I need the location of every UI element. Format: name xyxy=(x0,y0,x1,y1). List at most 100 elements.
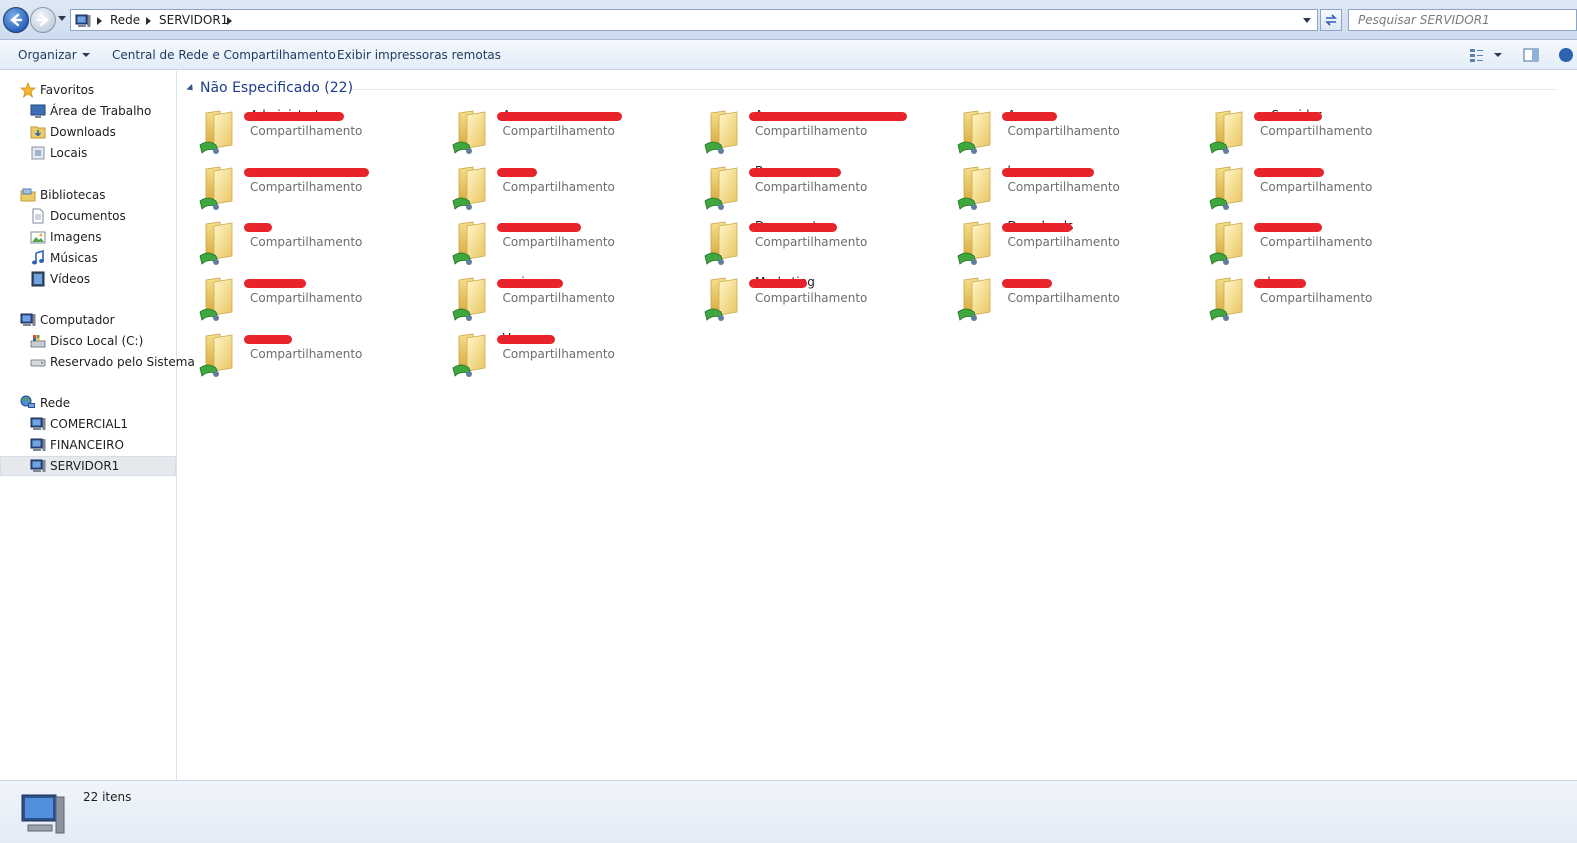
address-bar[interactable]: Rede SERVIDOR1 xyxy=(70,9,1318,31)
share-item[interactable]: A...Compartilhamento xyxy=(691,104,941,156)
sidebar-item-system-reserved[interactable]: Reservado pelo Sistema xyxy=(0,352,195,372)
breadcrumb-separator[interactable] xyxy=(227,17,232,25)
breadcrumb-separator[interactable] xyxy=(97,17,102,25)
share-item[interactable]: B...Compartilhamento xyxy=(691,160,941,212)
redaction-mark xyxy=(1001,279,1052,289)
sidebar-item-label: Documentos xyxy=(50,209,126,223)
sidebar-computer[interactable]: Computador xyxy=(0,310,176,330)
arrow-left-icon xyxy=(10,13,23,27)
sidebar-item-label: Área de Trabalho xyxy=(50,104,152,118)
shared-folder-icon xyxy=(198,329,246,379)
share-item[interactable]: ...Compartilhamento xyxy=(186,215,436,267)
organize-button[interactable]: Organizar xyxy=(18,48,90,62)
share-item[interactable]: Administrat...Compartilhamento xyxy=(186,104,436,156)
share-item[interactable]: ...eiroCompartilhamento xyxy=(439,271,689,323)
sidebar-group-label: Rede xyxy=(40,396,71,410)
share-item[interactable]: ...erCompartilhamento xyxy=(1196,160,1446,212)
share-item[interactable]: ...uCompartilhamento xyxy=(439,160,689,212)
shared-folder-icon xyxy=(198,162,246,212)
help-icon[interactable] xyxy=(1557,46,1575,64)
share-type: Compartilhamento xyxy=(502,124,615,138)
sidebar-group-label: Bibliotecas xyxy=(40,188,106,202)
sidebar-item-music[interactable]: Músicas xyxy=(0,248,176,268)
redaction-mark xyxy=(244,167,369,177)
share-item[interactable]: A...Compartilhamento xyxy=(439,104,689,156)
recent-pages-dropdown[interactable] xyxy=(58,16,66,21)
search-input[interactable]: Pesquisar SERVIDOR1 xyxy=(1358,13,1490,27)
search-box[interactable]: Pesquisar SERVIDOR1 xyxy=(1348,9,1577,31)
shared-folder-icon xyxy=(451,162,499,212)
share-item[interactable]: ...Compartilhamento xyxy=(944,271,1194,323)
share-item[interactable]: ...ServidorCompartilhamento xyxy=(1196,104,1446,156)
libraries-icon xyxy=(20,188,36,202)
remote-printers-button[interactable]: Exibir impressoras remotas xyxy=(337,48,501,62)
share-item[interactable]: ...Compartilhamento xyxy=(439,215,689,267)
drive-icon xyxy=(30,359,46,367)
breadcrumb-separator[interactable] xyxy=(146,17,151,25)
collapse-triangle-icon[interactable] xyxy=(186,83,196,94)
sidebar-item-pictures[interactable]: Imagens xyxy=(0,227,176,247)
share-type: Compartilhamento xyxy=(502,346,615,361)
share-item[interactable]: ...sCompartilhamento xyxy=(186,160,436,212)
share-item[interactable]: A...Compartilhamento xyxy=(944,104,1194,156)
sidebar-item-comercial1[interactable]: COMERCIAL1 xyxy=(0,414,176,434)
shared-folder-icon xyxy=(198,273,246,323)
preview-pane-button[interactable] xyxy=(1522,46,1540,64)
sidebar-network[interactable]: Rede xyxy=(0,393,176,413)
sidebar-item-label: Disco Local (C:) xyxy=(50,334,144,348)
sidebar-item-label: COMERCIAL1 xyxy=(50,417,128,431)
share-item[interactable]: DownloadsCompartilhamento xyxy=(944,215,1194,267)
group-title: Não Especificado (22) xyxy=(200,80,354,96)
refresh-button[interactable] xyxy=(1320,9,1342,31)
sidebar-item-servidor1[interactable]: SERVIDOR1 xyxy=(0,456,176,476)
sidebar-item-financeiro[interactable]: FINANCEIRO xyxy=(0,435,176,455)
sidebar-item-documents[interactable]: Documentos xyxy=(0,206,176,226)
share-type: Compartilhamento xyxy=(755,179,868,194)
network-center-button[interactable]: Central de Rede e Compartilhamento xyxy=(112,48,336,62)
redaction-mark xyxy=(496,223,581,233)
sidebar-item-downloads[interactable]: Downloads xyxy=(0,122,176,142)
shared-folder-icon xyxy=(451,217,499,267)
sidebar-item-videos[interactable]: Vídeos xyxy=(0,269,176,289)
share-item[interactable]: b...Compartilhamento xyxy=(944,160,1194,212)
address-history-dropdown[interactable] xyxy=(1303,18,1311,23)
sidebar-favorites[interactable]: Favoritos xyxy=(0,80,176,100)
share-item[interactable]: ...Compartilhamento xyxy=(1196,215,1446,267)
share-item[interactable]: ol...Compartilhamento xyxy=(1196,271,1446,323)
breadcrumb-rede[interactable]: Rede xyxy=(110,13,140,27)
pictures-icon xyxy=(30,231,46,244)
sidebar-item-recent-places[interactable]: Locais xyxy=(0,143,176,163)
breadcrumb-servidor1[interactable]: SERVIDOR1 xyxy=(159,13,228,27)
share-type: Compartilhamento xyxy=(1260,235,1373,250)
back-button[interactable] xyxy=(3,7,29,33)
sidebar-item-desktop[interactable]: Área de Trabalho xyxy=(0,101,176,121)
share-type: Compartilhamento xyxy=(1007,124,1120,138)
shared-folder-icon xyxy=(703,273,751,323)
redaction-mark xyxy=(1001,167,1094,177)
network-computer-icon xyxy=(30,437,46,453)
change-view-button[interactable] xyxy=(1468,46,1504,64)
network-icon xyxy=(20,395,35,408)
sidebar-libraries[interactable]: Bibliotecas xyxy=(0,185,176,205)
shared-folder-icon xyxy=(198,106,246,156)
share-type: Compartilhamento xyxy=(250,291,363,306)
redaction-mark xyxy=(749,112,907,121)
item-count: 22 itens xyxy=(83,790,132,804)
share-item[interactable]: MarketingCompartilhamento xyxy=(691,271,941,323)
shared-folder-icon xyxy=(956,273,1004,323)
sidebar-item-label: Músicas xyxy=(50,251,98,265)
share-item[interactable]: V...Compartilhamento xyxy=(439,327,689,379)
sidebar-group-label: Favoritos xyxy=(40,83,95,97)
forward-button[interactable] xyxy=(30,7,56,33)
share-item[interactable]: ...Compartilhamento xyxy=(186,327,436,379)
share-item[interactable]: DocumentsCompartilhamento xyxy=(691,215,941,267)
sidebar-item-label: Vídeos xyxy=(50,272,91,286)
shared-folder-icon xyxy=(956,217,1004,267)
sidebar-item-label: SERVIDOR1 xyxy=(50,459,120,473)
sidebar-item-local-disk[interactable]: Disco Local (C:) xyxy=(0,331,176,351)
details-pane: 22 itens xyxy=(0,780,1577,843)
share-item[interactable]: ...Compartilhamento xyxy=(186,271,436,323)
arrow-right-icon xyxy=(36,13,49,27)
recent-places-icon xyxy=(31,146,45,160)
share-type: Compartilhamento xyxy=(1260,124,1373,138)
